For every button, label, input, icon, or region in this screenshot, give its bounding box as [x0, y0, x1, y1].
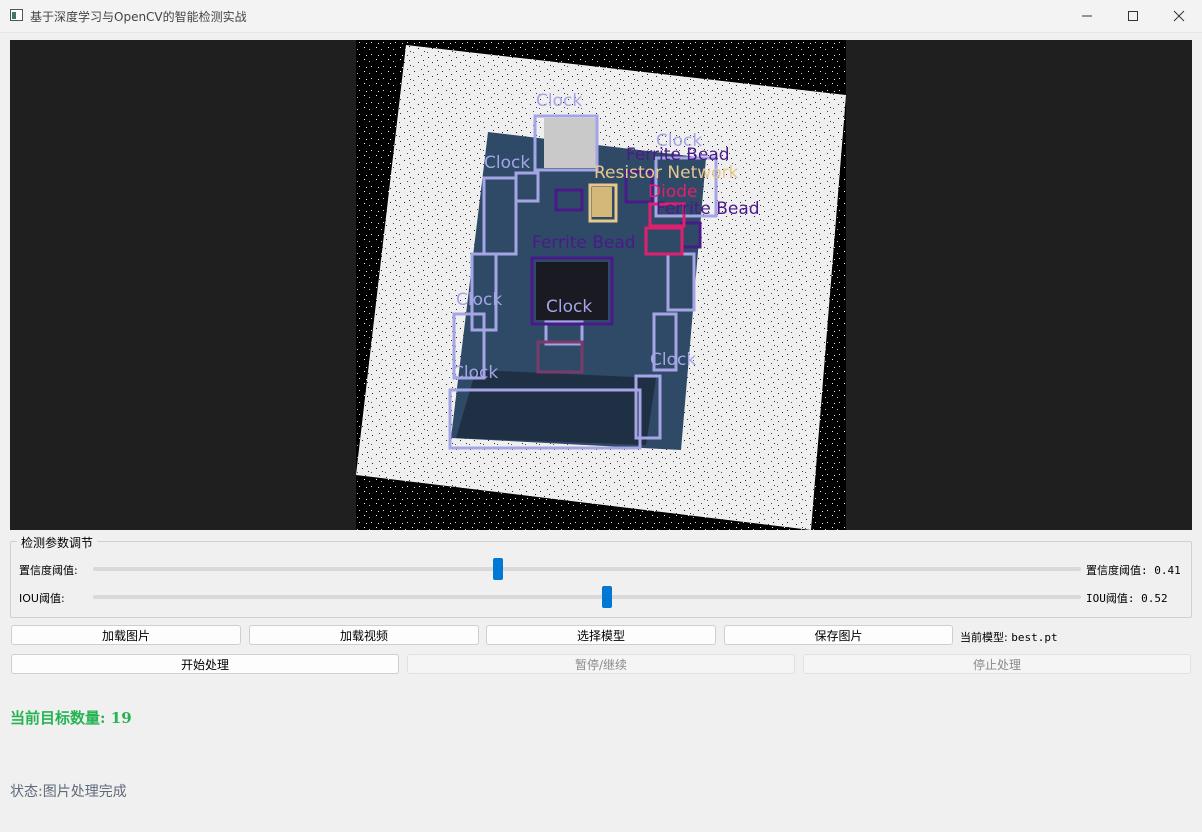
params-group-title: 检测参数调节: [17, 534, 98, 551]
load-video-button[interactable]: 加载视频: [249, 625, 479, 645]
detection-label: Clock: [650, 350, 696, 370]
target-count: 当前目标数量: 19: [10, 707, 132, 728]
detection-label: Resistor Network: [594, 163, 739, 183]
current-model-value: best.pt: [1011, 631, 1058, 644]
save-image-button[interactable]: 保存图片: [724, 625, 953, 645]
minimize-icon: [1082, 15, 1092, 17]
confidence-label: 置信度阈值:: [19, 564, 78, 577]
detection-label: Ferrite Bead: [532, 233, 636, 253]
target-count-value: 19: [110, 709, 132, 727]
maximize-button[interactable]: [1110, 0, 1156, 32]
detection-params-group: 检测参数调节 置信度阈值: 置信度阈值: 0.41 IOU阈值: IOU阈值: …: [10, 534, 1192, 618]
status-label: 状态:: [10, 784, 43, 800]
detection-label: Clock: [452, 363, 498, 383]
select-model-button[interactable]: 选择模型: [486, 625, 716, 645]
image-viewer: Clock Clock Clock Ferrite Bead Resistor …: [10, 40, 1192, 530]
window-title: 基于深度学习与OpenCV的智能检测实战: [30, 10, 247, 24]
status-value: 图片处理完成: [42, 784, 127, 800]
status-text: 状态:图片处理完成: [10, 781, 127, 801]
current-model-label: 当前模型:: [960, 631, 1008, 644]
detection-canvas: Clock Clock Clock Ferrite Bead Resistor …: [356, 40, 846, 530]
detection-label: Ferrite Bead: [656, 199, 760, 219]
detection-image: Clock Clock Clock Ferrite Bead Resistor …: [356, 40, 846, 530]
close-icon: [1173, 10, 1185, 22]
stop-button[interactable]: 停止处理: [803, 654, 1191, 674]
pause-button[interactable]: 暂停/继续: [407, 654, 795, 674]
detection-label: Clock: [546, 297, 592, 317]
app-icon: [10, 9, 23, 21]
confidence-slider-handle[interactable]: [493, 558, 504, 580]
maximize-icon: [1128, 11, 1138, 21]
confidence-value: 置信度阈值: 0.41: [1086, 564, 1181, 577]
iou-slider[interactable]: [93, 586, 1081, 608]
close-button[interactable]: [1156, 0, 1202, 32]
current-model: 当前模型: best.pt: [960, 629, 1058, 645]
start-button[interactable]: 开始处理: [11, 654, 399, 674]
iou-slider-handle[interactable]: [601, 586, 612, 608]
load-image-button[interactable]: 加载图片: [11, 625, 241, 645]
detection-label: Clock: [536, 91, 582, 111]
detection-label: Clock: [484, 153, 530, 173]
iou-label: IOU阈值:: [19, 592, 65, 605]
confidence-slider[interactable]: [93, 558, 1081, 580]
iou-value: IOU阈值: 0.52: [1086, 592, 1168, 605]
title-bar: 基于深度学习与OpenCV的智能检测实战: [0, 0, 1202, 33]
target-count-label: 当前目标数量:: [10, 709, 106, 727]
detection-label: Clock: [456, 290, 502, 310]
minimize-button[interactable]: [1064, 0, 1110, 32]
detection-label: Ferrite Bead: [626, 145, 730, 165]
